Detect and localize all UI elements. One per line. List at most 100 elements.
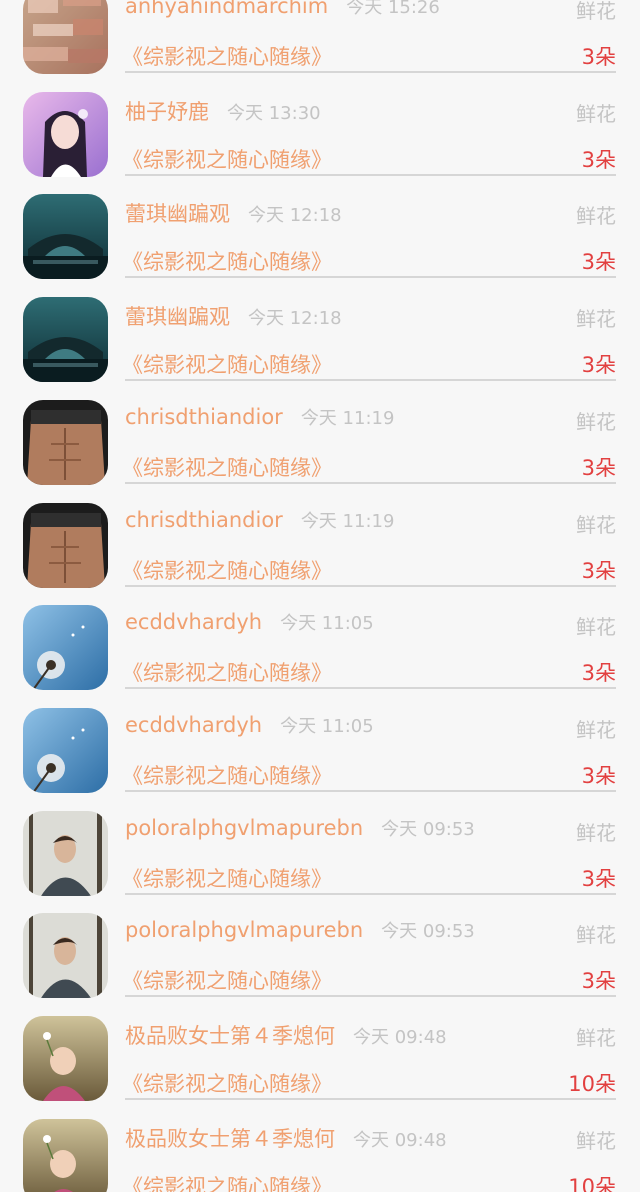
flower-count: 3朵 <box>581 250 616 275</box>
list-item[interactable]: 蕾琪幽蹁观 今天 12:18 鲜花《综影视之随心随缘》 3朵 <box>0 194 640 297</box>
anime-girl-avatar[interactable] <box>23 91 108 177</box>
item-header: ecddvhardyh 今天 11:05 <box>125 712 374 744</box>
work-title[interactable]: 《综影视之随心随缘》 <box>122 1171 332 1192</box>
list-item[interactable]: chrisdthiandior 今天 11:19 鲜花《综影视之随心随缘》 3朵 <box>0 399 640 503</box>
row-divider <box>125 584 616 587</box>
timestamp: 今天 15:26 <box>346 0 440 18</box>
dandelion-avatar[interactable] <box>23 605 108 691</box>
username[interactable]: poloralphgvlmapurebn <box>125 918 363 942</box>
flower-count: 10朵 <box>568 1072 616 1096</box>
row-divider <box>125 1098 616 1100</box>
gift-type-label: 鲜花 <box>576 615 616 640</box>
bridge-landscape-avatar[interactable] <box>23 297 108 383</box>
timestamp: 今天 09:53 <box>381 921 475 943</box>
timestamp: 今天 13:30 <box>227 102 321 124</box>
work-title[interactable]: 《综影视之随心随缘》 <box>122 555 332 585</box>
username[interactable]: 蕾琪幽蹁观 <box>125 301 230 331</box>
gift-type-label: 鲜花 <box>576 307 616 332</box>
list-item[interactable]: 极品败女士第４季熄何 今天 09:48 鲜花《综影视之随心随缘》 10朵 <box>0 1118 640 1192</box>
item-header: 极品败女士第４季熄何 今天 09:48 <box>125 1020 447 1052</box>
username[interactable]: ecddvhardyh <box>125 713 262 737</box>
bridge-landscape-avatar[interactable] <box>23 194 108 280</box>
row-divider <box>125 173 616 176</box>
man-portrait-avatar[interactable] <box>23 913 108 999</box>
work-title[interactable]: 《综影视之随心随缘》 <box>122 965 332 995</box>
work-title[interactable]: 《综影视之随心随缘》 <box>122 863 332 893</box>
abs-torso-avatar[interactable] <box>23 399 108 485</box>
work-title[interactable]: 《综影视之随心随缘》 <box>122 144 332 174</box>
dandelion-avatar[interactable] <box>23 707 108 793</box>
flower-count: 3朵 <box>581 455 616 480</box>
row-divider <box>125 481 616 484</box>
money-pile-avatar[interactable] <box>23 0 108 74</box>
timestamp: 今天 12:18 <box>248 205 342 227</box>
work-title[interactable]: 《综影视之随心随缘》 <box>122 452 332 482</box>
list-item[interactable]: 蕾琪幽蹁观 今天 12:18 鲜花《综影视之随心随缘》 3朵 <box>0 297 640 400</box>
gift-type-label: 鲜花 <box>576 1026 616 1050</box>
work-title[interactable]: 《综影视之随心随缘》 <box>122 41 332 71</box>
item-header: anhyahindmarchim 今天 15:26 <box>125 0 440 25</box>
row-divider <box>125 687 616 690</box>
timestamp: 今天 09:53 <box>381 818 475 840</box>
username[interactable]: 蕾琪幽蹁观 <box>125 198 230 228</box>
username[interactable]: poloralphgvlmapurebn <box>125 816 363 840</box>
list-item[interactable]: chrisdthiandior 今天 11:19 鲜花 《综影视之随心随缘》 3朵 <box>0 502 640 606</box>
item-header: poloralphgvlmapurebn 今天 09:53 <box>125 917 475 949</box>
baby-photo-avatar[interactable] <box>23 1118 108 1192</box>
row-divider <box>125 995 616 998</box>
list-item[interactable]: ecddvhardyh 今天 11:05 鲜花《综影视之随心随缘》 3朵 <box>0 605 640 708</box>
flower-count: 3朵 <box>581 661 616 686</box>
row-divider <box>125 276 616 279</box>
item-header: 蕾琪幽蹁观 今天 12:18 <box>125 198 342 230</box>
username[interactable]: chrisdthiandior <box>125 405 283 429</box>
username[interactable]: 柚子妤鹿 <box>125 96 209 126</box>
username[interactable]: 极品败女士第４季熄何 <box>125 1020 335 1050</box>
gift-type-label: 鲜花 <box>576 101 616 126</box>
list-item[interactable]: poloralphgvlmapurebn 今天 09:53 鲜花《综影视之随心随缘》… <box>0 913 640 1016</box>
item-header: chrisdthiandior 今天 11:19 <box>125 507 394 539</box>
work-title[interactable]: 《综影视之随心随缘》 <box>122 1068 332 1098</box>
flower-count: 3朵 <box>581 353 616 378</box>
timestamp: 今天 11:19 <box>300 407 395 429</box>
item-header: 蕾琪幽蹁观 今天 12:18 <box>125 301 342 333</box>
list-item[interactable]: anhyahindmarchim 今天 15:26 鲜花 《综影视之随心随缘》 3朵 <box>0 0 640 92</box>
gift-type-label: 鲜花 <box>576 204 616 229</box>
man-portrait-avatar[interactable] <box>23 810 108 896</box>
work-title[interactable]: 《综影视之随心随缘》 <box>122 246 332 276</box>
gift-type-label: 鲜花 <box>576 1128 616 1153</box>
flower-count: 3朵 <box>581 147 616 172</box>
username[interactable]: ecddvhardyh <box>125 610 262 634</box>
row-divider <box>125 789 616 792</box>
gift-type-label: 鲜花 <box>576 717 616 742</box>
username[interactable]: 极品败女士第４季熄何 <box>125 1123 335 1153</box>
flower-gift-list: anhyahindmarchim 今天 15:26 鲜花 《综影视之随心随缘》 3朵 柚子… <box>0 0 640 1192</box>
gift-type-label: 鲜花 <box>576 0 616 23</box>
gift-type-label: 鲜花 <box>576 409 616 434</box>
flower-count: 10朵 <box>568 1174 616 1192</box>
item-header: 柚子妤鹿 今天 13:30 <box>125 96 321 128</box>
baby-photo-avatar[interactable] <box>23 1016 108 1101</box>
username[interactable]: chrisdthiandior <box>125 508 283 532</box>
abs-torso-avatar[interactable] <box>23 502 108 588</box>
timestamp: 今天 11:19 <box>300 510 395 532</box>
row-divider <box>125 892 616 895</box>
username[interactable]: anhyahindmarchim <box>125 0 328 18</box>
timestamp: 今天 11:05 <box>280 613 374 635</box>
item-header: chrisdthiandior 今天 11:19 <box>125 404 394 436</box>
list-item[interactable]: 柚子妤鹿 今天 13:30 鲜花《综影视之随心随缘》 3朵 <box>0 91 640 195</box>
item-header: ecddvhardyh 今天 11:05 <box>125 609 374 641</box>
work-title[interactable]: 《综影视之随心随缘》 <box>122 349 332 379</box>
gift-type-label: 鲜花 <box>576 923 616 948</box>
row-divider <box>125 71 616 73</box>
work-title[interactable]: 《综影视之随心随缘》 <box>122 657 332 687</box>
list-item[interactable]: poloralphgvlmapurebn 今天 09:53 鲜花 《综影视之随心随缘》… <box>0 810 640 914</box>
list-item[interactable]: 极品败女士第４季熄何 今天 09:48 鲜花《综影视之随心随缘》 10朵 <box>0 1016 640 1119</box>
item-header: 极品败女士第４季熄何 今天 09:48 <box>125 1123 447 1155</box>
work-title[interactable]: 《综影视之随心随缘》 <box>122 760 332 790</box>
list-item[interactable]: ecddvhardyh 今天 11:05 鲜花 《综影视之随心随缘》 3朵 <box>0 707 640 811</box>
timestamp: 今天 12:18 <box>248 308 342 330</box>
gift-type-label: 鲜花 <box>576 512 616 537</box>
timestamp: 今天 09:48 <box>353 1027 447 1048</box>
row-divider <box>125 379 616 382</box>
item-header: poloralphgvlmapurebn 今天 09:53 <box>125 815 475 847</box>
